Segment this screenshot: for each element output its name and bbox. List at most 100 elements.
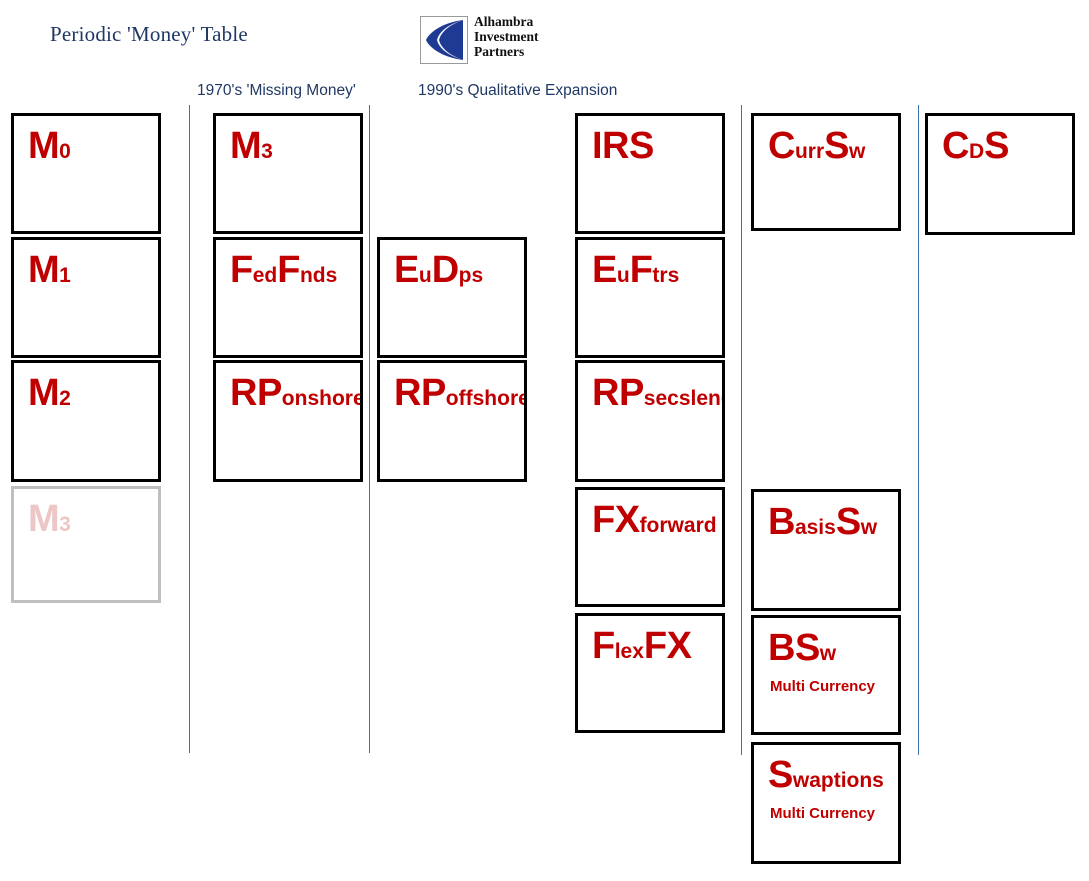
cell-currsw[interactable]: CurrSw [751,113,901,231]
cell-main: C [942,125,969,167]
cell-label: M1 [28,249,71,297]
cell-sub: 3 [261,140,273,163]
cell-sub: offshore [445,387,527,410]
cell-sub2: trs [652,264,680,287]
cell-main: F [592,625,615,667]
cell-m3-faded[interactable]: M3 [11,486,161,603]
cell-fxforward[interactable]: FXforward [575,487,725,607]
cell-label: Swaptions [768,754,884,802]
cell-sub: w [819,642,837,665]
cell-sub: 1 [59,264,71,287]
cell-main: S [768,754,793,796]
cell-cds[interactable]: CDS [925,113,1075,235]
cell-main2: S [984,125,1009,167]
cell-main: RP [394,372,446,414]
cell-sub: u [418,264,432,287]
alhambra-logo-mark-icon [420,16,468,64]
cell-main: M [28,498,60,540]
cell-label: IRS [592,125,654,167]
cell-rponshore[interactable]: RPonshore [213,360,363,482]
cell-main: RP [592,372,644,414]
cell-main: M [28,125,60,167]
logo-text: Alhambra Investment Partners [474,14,539,59]
logo-line-1: Alhambra [474,14,534,29]
cell-sublabel: Multi Currency [770,805,876,822]
cell-flexfx[interactable]: FlexFX [575,613,725,733]
column-divider [918,105,919,755]
cell-sub: u [616,264,630,287]
cell-main: M [230,125,262,167]
cell-main: E [394,249,419,291]
cell-irs[interactable]: IRS [575,113,725,234]
cell-euftrs[interactable]: EuFtrs [575,237,725,358]
cell-sub2: nds [299,264,338,287]
cell-main: IRS [592,125,654,167]
cell-sub: 3 [59,513,71,536]
cell-sub: asis [794,516,836,539]
cell-main2: F [629,249,653,291]
section-header-missing-money: 1970's 'Missing Money' [197,82,356,99]
cell-sub2: w [849,140,866,163]
cell-label: RPoffshore [394,372,527,420]
cell-main: M [28,372,60,414]
cell-m2[interactable]: M2 [11,360,161,482]
cell-sub: forward [639,514,717,537]
cell-sub: lex [614,640,644,663]
cell-sub: secslend [643,387,725,410]
cell-label: M0 [28,125,71,173]
cell-m3[interactable]: M3 [213,113,363,234]
cell-main: M [28,249,60,291]
cell-main: E [592,249,617,291]
cell-main2: D [431,249,459,291]
cell-sub: D [968,140,985,163]
cell-sub: waptions [792,769,884,792]
cell-label: CurrSw [768,125,865,173]
cell-main: RP [230,372,282,414]
cell-main2: S [824,125,849,167]
cell-basissw[interactable]: BasisSw [751,489,901,611]
logo-line-3: Partners [474,44,525,59]
cell-rpoffshore[interactable]: RPoffshore [377,360,527,482]
cell-main: FX [592,499,640,541]
logo-line-2: Investment [474,29,539,44]
cell-label: RPonshore [230,372,360,420]
cell-sub: 2 [59,387,71,410]
cell-sub2: w [860,516,878,539]
cell-label: FedFnds [230,249,337,297]
cell-swaptions[interactable]: Swaptions Multi Currency [751,742,901,864]
column-divider [369,105,370,753]
cell-label: M2 [28,372,71,420]
cell-sub: urr [794,140,825,163]
cell-label: FlexFX [592,625,692,673]
page-title: Periodic 'Money' Table [50,22,248,46]
cell-label: CDS [942,125,1009,173]
section-header-qualitative-expansion: 1990's Qualitative Expansion [418,82,618,99]
cell-main: BS [768,627,820,669]
cell-main2: S [835,501,861,543]
cell-bsw[interactable]: BSw Multi Currency [751,615,901,735]
cell-sub2: ps [458,264,484,287]
cell-fedfnds[interactable]: FedFnds [213,237,363,358]
cell-label: EuFtrs [592,249,679,297]
cell-main2: FX [643,625,692,667]
column-divider [189,105,190,753]
cell-main: C [768,125,795,167]
cell-main: F [230,249,253,291]
cell-label: M3 [230,125,273,173]
cell-eudps[interactable]: EuDps [377,237,527,358]
logo: Alhambra Investment Partners [420,14,555,69]
cell-sub: ed [252,264,278,287]
cell-sublabel: Multi Currency [770,678,876,695]
cell-main: B [768,501,795,543]
column-divider [741,105,742,755]
cell-label: M3 [28,498,71,546]
cell-m0[interactable]: M0 [11,113,161,234]
cell-m1[interactable]: M1 [11,237,161,358]
cell-label: EuDps [394,249,483,297]
cell-sub: 0 [59,140,71,163]
cell-label: BasisSw [768,501,877,549]
cell-main2: F [277,249,300,291]
cell-label: FXforward [592,499,717,547]
cell-label: RPsecslend [592,372,725,420]
cell-rpsecslend[interactable]: RPsecslend [575,360,725,482]
